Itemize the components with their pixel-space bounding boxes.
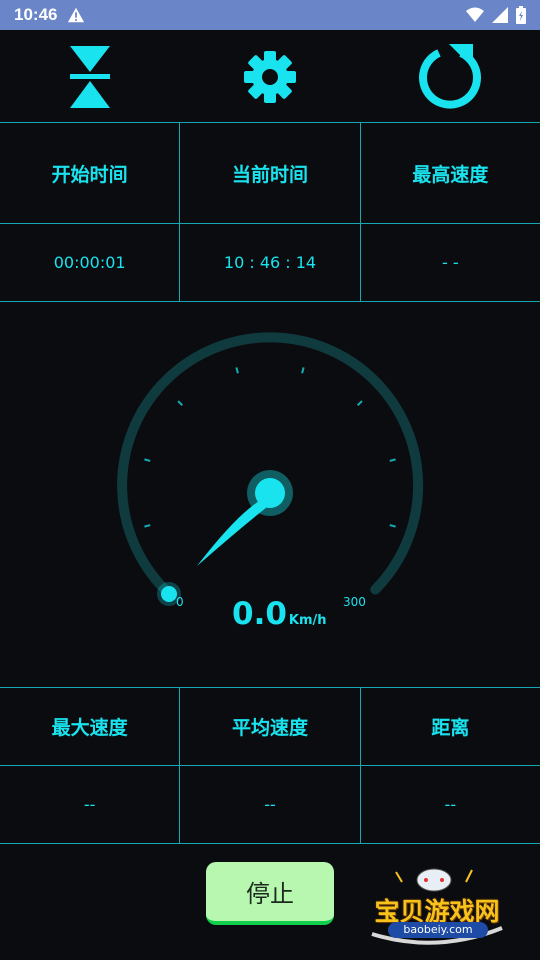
refresh-icon [419,43,481,109]
speed-readout: 0.0 Km/h [232,596,327,632]
watermark-domain: baobeiy.com [388,922,488,938]
stats-table-values: -- -- -- [0,766,540,844]
top-speed-header-cell: 最高速度 [360,123,540,224]
max-speed-header-cell: 最大速度 [0,688,181,766]
avg-speed-value-cell: -- [180,766,361,844]
top-speed-label: 最高速度 [412,163,489,186]
avg-speed-header-cell: 平均速度 [180,688,361,766]
current-time-value-cell: 10 : 46 : 14 [180,224,361,302]
time-table-header: 开始时间 当前时间 最高速度 [0,123,540,224]
hourglass-collapse-icon [70,45,110,108]
battery-icon [516,6,526,24]
needle-hub [255,478,285,508]
watermark-logo: 宝贝游戏网 baobeiy.com [362,862,512,952]
gauge-tick [389,458,396,462]
gauge-tick [235,367,239,374]
gauge-tick [389,524,396,528]
stats-table-header: 最大速度 平均速度 距离 [0,688,540,766]
start-time-value: 00:00:01 [53,253,126,272]
stop-button[interactable]: 停止 [206,862,334,925]
max-speed-value-cell: -- [0,766,181,844]
time-table: 开始时间 当前时间 最高速度 00:00:01 10 : 46 : 14 - - [0,122,540,302]
gauge-tick [144,458,151,462]
settings-button[interactable] [225,32,315,122]
top-speed-value-cell: - - [360,224,540,302]
gauge-tick [144,524,151,528]
max-speed-value: -- [83,795,96,814]
status-time: 10:46 [14,5,58,24]
stats-table: 最大速度 平均速度 距离 -- -- -- [0,687,540,844]
distance-header-cell: 距离 [360,688,540,766]
reset-button[interactable] [405,32,495,122]
gauge-tick [177,400,184,407]
warning-icon [68,7,85,23]
status-bar: 10:46 [0,0,540,30]
start-time-header-cell: 开始时间 [0,123,181,224]
distance-value: -- [444,795,457,814]
gauge-indicator-dot [161,586,177,602]
gauge-track [117,332,424,600]
max-speed-label: 最大速度 [51,717,128,739]
collapse-button[interactable] [45,32,135,122]
toolbar [0,30,540,123]
gauge-max-label: 300 [343,595,366,609]
gauge-min-label: 0 [176,595,184,609]
speed-value: 0.0 [232,596,287,632]
distance-label: 距离 [431,717,470,739]
start-time-label: 开始时间 [51,163,128,186]
avg-speed-label: 平均速度 [231,717,308,739]
current-time-header-cell: 当前时间 [180,123,361,224]
current-time-value: 10 : 46 : 14 [223,253,317,272]
gauge-tick [301,367,305,374]
wifi-icon [466,7,484,22]
gauge-needle [197,497,271,566]
avg-speed-value: -- [264,795,276,814]
gear-icon [244,50,296,103]
current-time-label: 当前时间 [231,163,308,186]
top-speed-value: - - [442,253,459,272]
distance-value-cell: -- [360,766,540,844]
time-table-values: 00:00:01 10 : 46 : 14 - - [0,224,540,302]
start-time-value-cell: 00:00:01 [0,224,181,302]
signal-icon [492,7,508,23]
gauge-tick [356,400,363,407]
speed-unit: Km/h [288,613,327,628]
